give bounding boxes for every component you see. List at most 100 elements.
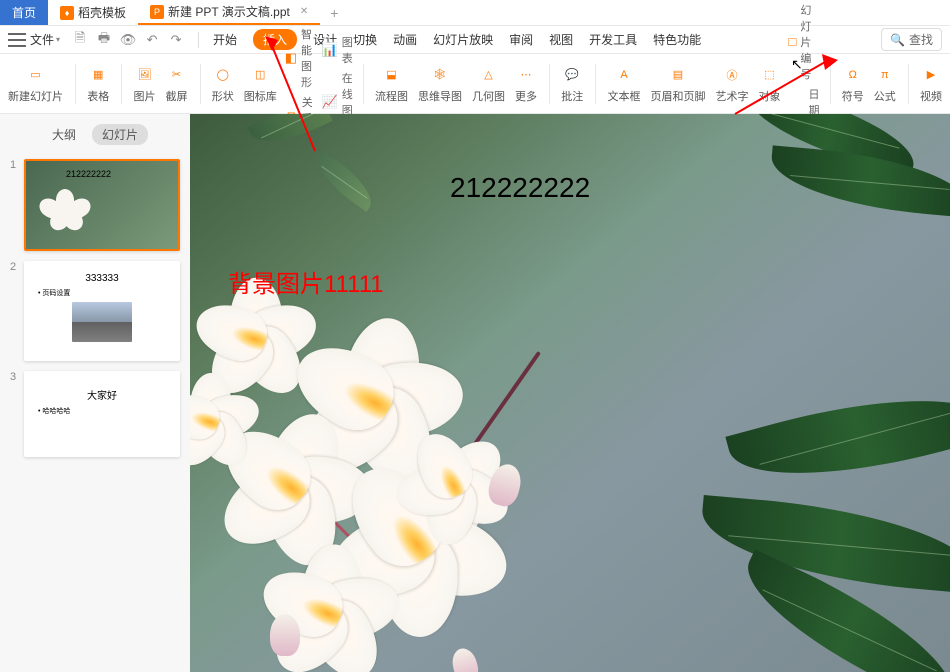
wordart-button[interactable]: Ⓐ 艺术字: [714, 64, 751, 104]
shapes-button[interactable]: ◯ 形状: [210, 64, 236, 104]
slide-thumb-3[interactable]: 大家好 • 哈哈哈哈: [24, 371, 180, 457]
file-label: 文件: [30, 31, 54, 48]
equation-icon: π: [874, 64, 896, 86]
content-area: 大纲 幻灯片 1 212222222 2 333333: [0, 114, 950, 672]
redo-icon[interactable]: ↷: [168, 32, 184, 48]
geometry-button[interactable]: △ 几何图: [470, 64, 507, 104]
object-icon: ⬚: [759, 64, 781, 86]
file-menu[interactable]: 文件 ▾: [30, 31, 60, 48]
search-button[interactable]: 🔍 查找: [881, 28, 942, 51]
thumb-number: 2: [10, 261, 18, 361]
smart-shape-icon: ◧: [285, 50, 297, 66]
menubar-left: 文件 ▾ 🗎 🖶 👁 ↶ ↷: [8, 31, 184, 48]
menu-tab-features[interactable]: 特色功能: [653, 31, 701, 48]
table-button[interactable]: ▦ 表格: [85, 64, 111, 104]
symbol-button[interactable]: Ω 符号: [840, 64, 866, 104]
menu-tab-devtools[interactable]: 开发工具: [589, 31, 637, 48]
flowchart-icon: ⬓: [381, 64, 403, 86]
image-button[interactable]: 🖼 图片: [132, 64, 158, 104]
more-icon: ⋯: [515, 64, 537, 86]
tab-template[interactable]: ♦ 稻壳模板: [48, 0, 138, 25]
textbox-icon: A: [613, 64, 635, 86]
leaf-graphic: [309, 151, 381, 212]
leaf-graphic: [768, 145, 950, 217]
undo-icon[interactable]: ↶: [144, 32, 160, 48]
save-icon[interactable]: 🗎: [72, 32, 88, 48]
bud-graphic: [449, 646, 481, 672]
slide-panel: 大纲 幻灯片 1 212222222 2 333333: [0, 114, 190, 672]
tab-home[interactable]: 首页: [0, 0, 48, 25]
side-tabs: 大纲 幻灯片: [10, 124, 180, 145]
quick-access-toolbar: 🗎 🖶 👁 ↶ ↷: [72, 32, 184, 48]
menu-tab-view[interactable]: 视图: [549, 31, 573, 48]
chart-button[interactable]: 📊图表: [322, 34, 353, 66]
cursor-icon: ↖: [791, 56, 803, 73]
fire-icon: ♦: [60, 6, 74, 20]
thumb2-bullet: • 页码设置: [38, 288, 172, 298]
menu-tab-slideshow[interactable]: 幻灯片放映: [433, 31, 493, 48]
slide-thumb-2[interactable]: 333333 • 页码设置: [24, 261, 180, 361]
shapes-icon: ◯: [212, 64, 234, 86]
new-slide-button[interactable]: ▭ 新建幻灯片: [6, 64, 65, 104]
chevron-down-icon: ▾: [56, 35, 60, 44]
slide-thumb-1[interactable]: 212222222: [24, 159, 180, 251]
image-icon: 🖼: [134, 64, 156, 86]
preview-icon[interactable]: 👁: [120, 32, 136, 48]
leaf-graphic: [725, 370, 950, 505]
icon-lib-button[interactable]: ◫ 图标库: [242, 64, 279, 104]
thumb-wrapper-1: 1 212222222: [10, 159, 180, 251]
slide-canvas[interactable]: 212222222 背景图片11111: [190, 114, 950, 672]
tab-document[interactable]: P 新建 PPT 演示文稿.ppt ✕: [138, 0, 320, 25]
video-button[interactable]: ▶ 视频: [918, 64, 944, 104]
thumb-wrapper-2: 2 333333 • 页码设置: [10, 261, 180, 361]
hamburger-icon[interactable]: [8, 33, 26, 47]
close-icon[interactable]: ✕: [300, 6, 308, 17]
table-icon: ▦: [87, 64, 109, 86]
ppt-icon: P: [150, 5, 164, 19]
slide-editor[interactable]: 212222222 背景图片11111: [190, 114, 950, 672]
comment-icon: 💬: [561, 64, 583, 86]
search-label: 查找: [909, 31, 933, 48]
wordart-icon: Ⓐ: [721, 64, 743, 86]
equation-button[interactable]: π 公式: [872, 64, 898, 104]
mindmap-button[interactable]: 🕸 思维导图: [416, 64, 464, 104]
slide-number-icon: □: [789, 34, 797, 50]
menu-tab-animation[interactable]: 动画: [393, 31, 417, 48]
thumb1-text: 212222222: [66, 169, 111, 179]
thumb3-bullet: • 哈哈哈哈: [38, 406, 172, 416]
flowchart-button[interactable]: ⬓ 流程图: [373, 64, 410, 104]
menu-tab-review[interactable]: 审阅: [509, 31, 533, 48]
menu-tab-start[interactable]: 开始: [213, 31, 237, 48]
smart-shape-button[interactable]: ◧智能图形: [285, 26, 316, 90]
tab-document-label: 新建 PPT 演示文稿.ppt: [168, 3, 290, 20]
video-icon: ▶: [920, 64, 942, 86]
leaf-graphic: [697, 495, 950, 594]
thumb2-title: 333333: [32, 273, 172, 284]
slide-text-bg[interactable]: 背景图片11111: [228, 264, 384, 299]
object-button[interactable]: ⬚ 对象: [757, 64, 783, 104]
outline-tab[interactable]: 大纲: [42, 124, 86, 145]
thumb-number: 1: [10, 159, 18, 251]
thumb2-image: [72, 302, 132, 342]
more-button[interactable]: ⋯ 更多: [513, 64, 539, 104]
flower-cluster: [190, 264, 600, 672]
header-footer-button[interactable]: ▤ 页眉和页脚: [649, 64, 708, 104]
print-icon[interactable]: 🖶: [96, 32, 112, 48]
geometry-icon: △: [478, 64, 500, 86]
menu-tab-transition[interactable]: 切换: [353, 31, 377, 48]
screenshot-button[interactable]: ✂ 截屏: [164, 64, 190, 104]
slides-tab[interactable]: 幻灯片: [92, 124, 148, 145]
thumb3-title: 大家好: [32, 387, 172, 402]
new-slide-icon: ▭: [25, 64, 47, 86]
header-footer-icon: ▤: [667, 64, 689, 86]
textbox-button[interactable]: A 文本框: [606, 64, 643, 104]
comment-button[interactable]: 💬 批注: [559, 64, 585, 104]
slide-text-number[interactable]: 212222222: [450, 172, 590, 204]
online-chart-icon: 📈: [322, 94, 338, 110]
scissors-icon: ✂: [166, 64, 188, 86]
tab-add[interactable]: +: [320, 0, 348, 25]
leaf-graphic: [247, 114, 332, 154]
separator: [198, 32, 199, 48]
search-icon: 🔍: [890, 33, 905, 47]
chart-icon: 📊: [322, 42, 338, 58]
